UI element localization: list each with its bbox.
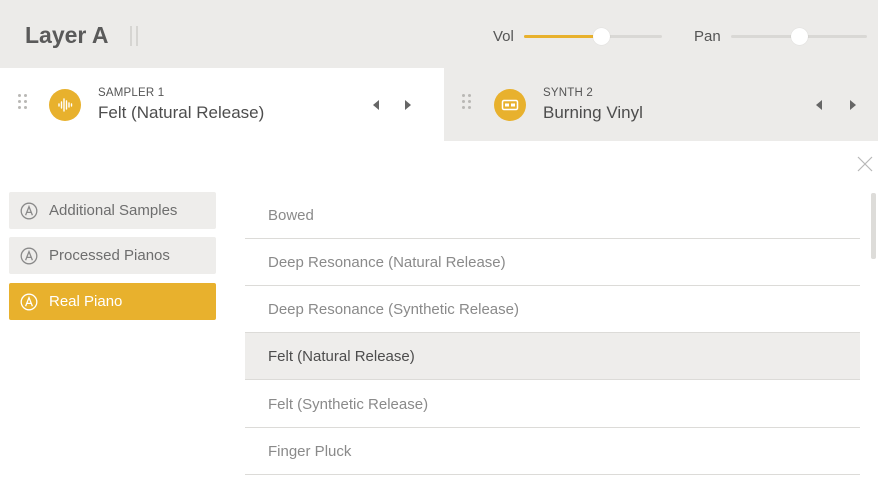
next-preset-arrow-icon[interactable] [405,100,411,110]
volume-slider-fill [524,35,601,38]
pan-label: Pan [694,28,721,45]
arturia-logo-icon [20,247,38,265]
vol-label: Vol [493,28,514,45]
category-label: Processed Pianos [49,247,170,264]
preset-item-bowed[interactable]: Bowed [245,192,860,239]
category-real-piano[interactable]: Real Piano [9,283,216,320]
slot-type-label: SYNTH 2 [543,87,593,99]
preset-label: Felt (Natural Release) [268,348,415,365]
category-processed-pianos[interactable]: Processed Pianos [9,237,216,274]
grip-icon[interactable] [18,94,28,110]
preset-label: Bowed [268,207,314,224]
preset-label: Finger Pluck [268,443,352,460]
previous-preset-arrow-icon[interactable] [816,100,822,110]
category-label: Additional Samples [49,202,178,219]
grip-icon[interactable] [462,94,472,110]
slot-preset-name: Burning Vinyl [543,103,643,122]
slot-synth-2[interactable]: SYNTH 2 Burning Vinyl [444,68,878,141]
pan-slider-knob[interactable] [791,28,808,45]
waveform-icon [49,89,81,121]
volume-slider-knob[interactable] [593,28,610,45]
slot-sampler-1[interactable]: SAMPLER 1 Felt (Natural Release) [0,68,444,141]
layer-header: Layer A Vol Pan [0,0,878,68]
preset-label: Deep Resonance (Synthetic Release) [268,301,519,318]
synth-module-icon [494,89,526,121]
preset-label: Felt (Synthetic Release) [268,396,429,413]
category-label: Real Piano [49,293,123,310]
pan-slider[interactable] [731,28,867,45]
category-additional-samples[interactable]: Additional Samples [9,192,216,229]
arturia-logo-icon [20,202,38,220]
slot-type-label: SAMPLER 1 [98,87,165,99]
volume-slider[interactable] [524,28,662,45]
previous-preset-arrow-icon[interactable] [373,100,379,110]
layer-title: Layer A [25,22,109,48]
slot-preset-name: Felt (Natural Release) [98,103,265,122]
preset-label: Deep Resonance (Natural Release) [268,254,506,271]
next-preset-arrow-icon[interactable] [850,100,856,110]
close-icon[interactable] [856,155,874,173]
preset-item-deep-resonance-synthetic[interactable]: Deep Resonance (Synthetic Release) [245,286,860,333]
preset-list-scrollbar[interactable] [871,193,876,259]
preset-item-felt-natural[interactable]: Felt (Natural Release) [245,333,860,380]
preset-item-finger-pluck[interactable]: Finger Pluck [245,428,860,475]
drag-handle-icon[interactable] [130,26,140,46]
arturia-logo-icon [20,293,38,311]
preset-item-deep-resonance-natural[interactable]: Deep Resonance (Natural Release) [245,239,860,286]
preset-item-felt-synthetic[interactable]: Felt (Synthetic Release) [245,381,860,428]
